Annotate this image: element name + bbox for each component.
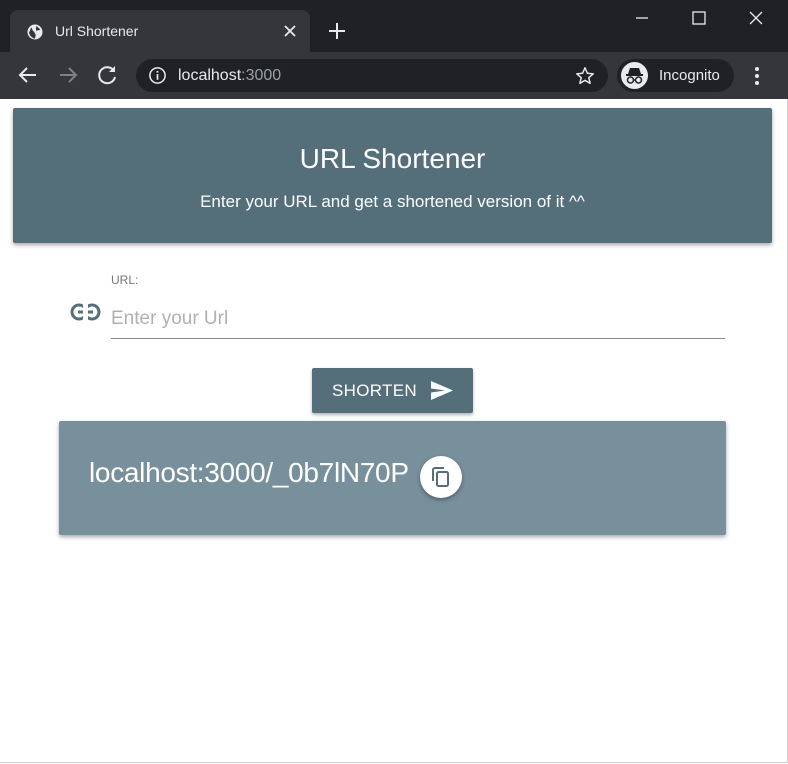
incognito-icon xyxy=(621,62,648,89)
close-tab-icon[interactable] xyxy=(280,21,300,41)
site-info-icon[interactable] xyxy=(148,66,167,85)
back-icon[interactable] xyxy=(15,62,41,88)
page-viewport: URL Shortener Enter your URL and get a s… xyxy=(0,99,788,763)
header-card: URL Shortener Enter your URL and get a s… xyxy=(13,108,772,243)
address-host: localhost xyxy=(178,67,242,84)
browser-tab-strip: Url Shortener xyxy=(0,0,788,52)
url-input[interactable] xyxy=(111,299,725,339)
reload-icon[interactable] xyxy=(95,62,121,88)
url-field-label: URL: xyxy=(111,273,139,287)
incognito-profile-button[interactable]: Incognito xyxy=(617,59,734,92)
link-icon xyxy=(70,303,101,321)
send-icon xyxy=(431,381,453,400)
globe-icon xyxy=(27,24,43,40)
bookmark-star-icon[interactable] xyxy=(574,65,596,87)
browser-tab[interactable]: Url Shortener xyxy=(10,10,310,52)
shorten-button[interactable]: SHORTEN xyxy=(312,368,473,413)
shorten-button-label: SHORTEN xyxy=(332,381,417,400)
new-tab-icon[interactable] xyxy=(325,19,349,43)
address-port: :3000 xyxy=(241,67,282,84)
page-subtitle: Enter your URL and get a shortened versi… xyxy=(200,192,585,211)
copy-icon xyxy=(432,467,449,487)
close-window-icon[interactable] xyxy=(742,6,770,30)
minimize-icon[interactable] xyxy=(628,6,656,30)
short-url-text[interactable]: localhost:3000/_0b7lN70P xyxy=(89,457,409,489)
more-menu-icon[interactable] xyxy=(746,64,768,88)
maximize-icon[interactable] xyxy=(685,6,713,30)
copy-button[interactable] xyxy=(420,456,462,498)
address-bar[interactable]: localhost:3000 xyxy=(136,59,608,92)
page-title: URL Shortener xyxy=(299,143,486,174)
result-card: localhost:3000/_0b7lN70P xyxy=(59,421,726,535)
incognito-label: Incognito xyxy=(659,67,720,84)
forward-icon[interactable] xyxy=(55,62,81,88)
address-text: localhost:3000 xyxy=(178,66,281,85)
tab-title: Url Shortener xyxy=(55,23,139,39)
